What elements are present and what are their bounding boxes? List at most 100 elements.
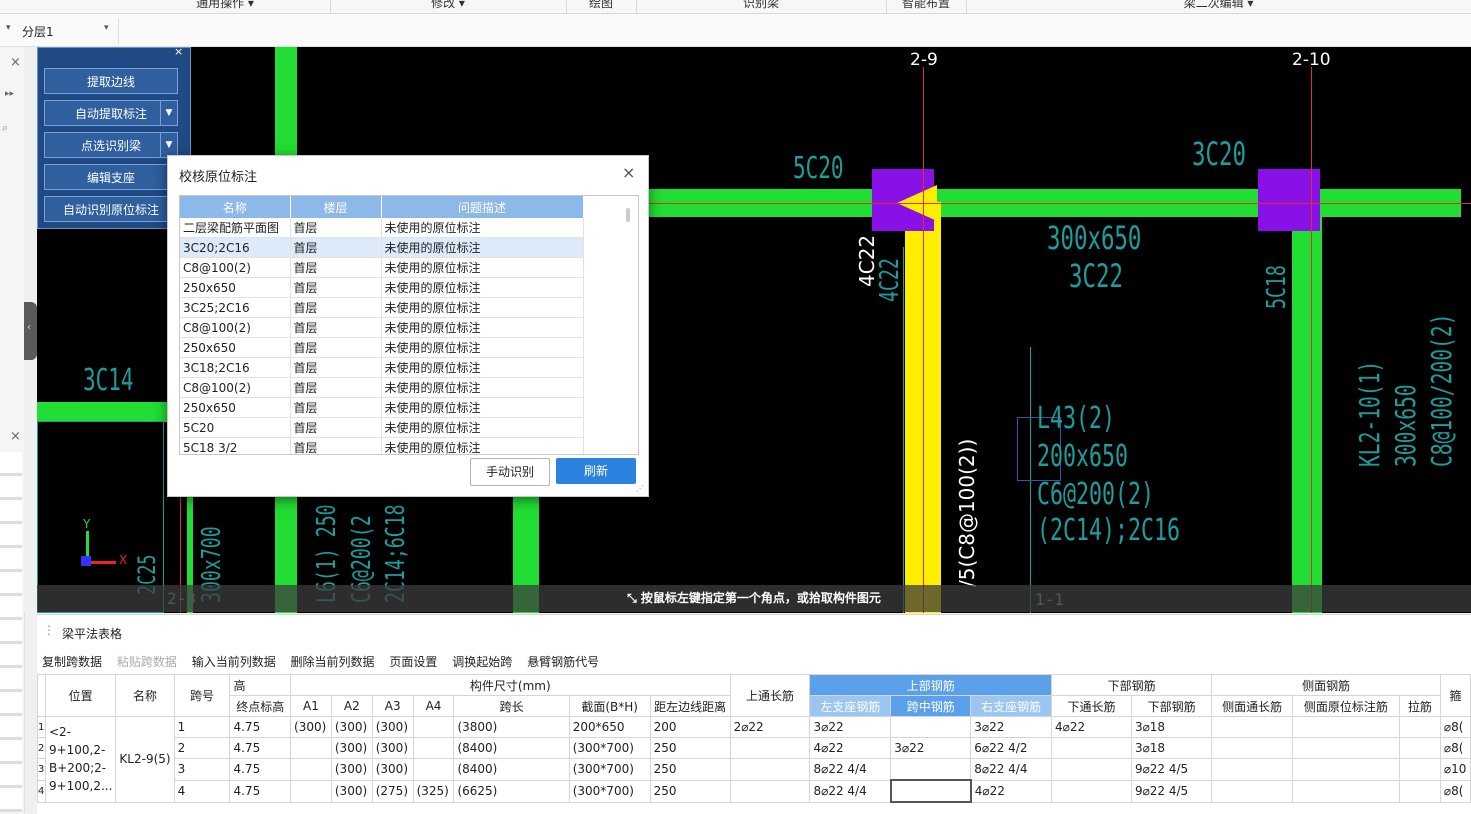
table-cell[interactable]: 8⌀22 4/4 (809, 758, 892, 781)
table-cell[interactable]: (300) (371, 758, 414, 781)
table-cell[interactable] (1398, 779, 1441, 803)
table-cell[interactable]: 2⌀22 (729, 716, 811, 738)
issue-row[interactable]: 250x650 首层 未使用的原位标注 (180, 337, 584, 358)
beam-vertical-right[interactable] (1292, 217, 1322, 613)
table-cell[interactable] (290, 779, 332, 803)
table-cell[interactable] (290, 758, 332, 781)
ribbon-group-modify[interactable]: 修改 ▾ (330, 0, 567, 13)
header-stirrup[interactable]: 箍 (1439, 674, 1471, 717)
table-cell[interactable] (890, 758, 972, 781)
table-cell[interactable] (1292, 716, 1400, 738)
issue-grid[interactable]: 名称 楼层 问题描述 二层梁配筋平面图 首层 未使用的原位标注 3C20;2C16 首层… (179, 195, 639, 455)
table-cell[interactable]: (300*700) (568, 758, 651, 781)
refresh-button[interactable]: 刷新 (556, 458, 636, 484)
drag-handle-icon[interactable]: ⋮ (43, 623, 55, 637)
table-cell[interactable]: ⌀8( (1439, 779, 1471, 803)
table-cell[interactable] (1051, 737, 1132, 759)
grid-scrollbar-thumb[interactable] (626, 208, 630, 222)
table-cell[interactable]: (8400) (453, 758, 570, 781)
table-cell[interactable]: 2 (173, 737, 231, 759)
table-cell[interactable]: 250 (649, 779, 731, 803)
table-cell[interactable]: 3 (173, 758, 231, 781)
sub-left-support[interactable]: 左支座钢筋 (809, 695, 892, 717)
table-cell[interactable]: (300) (290, 716, 332, 738)
header-position[interactable]: 位置 (44, 674, 117, 717)
cell-position[interactable]: <2-9+100,2-B+200;2-9+100,2... (44, 716, 117, 803)
close-icon-2[interactable]: × (10, 429, 21, 444)
table-cell[interactable]: 4⌀22 (970, 779, 1053, 803)
issue-row[interactable]: 250x650 首层 未使用的原位标注 (180, 397, 584, 418)
sub-section[interactable]: 截面(B*H) (568, 695, 651, 717)
header-top-bar[interactable]: 上部钢筋 (809, 674, 1053, 696)
table-cell[interactable]: (3800) (453, 716, 570, 738)
table-cell[interactable]: (300*700) (568, 737, 651, 759)
table-cell[interactable]: 9⌀22 4/5 (1130, 758, 1213, 781)
issue-row[interactable]: C8@100(2) 首层 未使用的原位标注 (180, 317, 584, 338)
close-icon[interactable]: × (10, 55, 21, 70)
ribbon-group-identify-beam[interactable]: 识别梁 (636, 0, 887, 13)
beam-grid[interactable]: 位置 名称 跨号 高 构件尺寸(mm) 上通长筋 上部钢筋 下部钢筋 侧面钢筋 … (37, 674, 1471, 814)
table-cell[interactable] (1292, 758, 1400, 781)
table-cell[interactable]: 200*650 (568, 716, 651, 738)
header-dims[interactable]: 构件尺寸(mm) (290, 674, 731, 696)
table-cell[interactable] (729, 779, 811, 803)
table-cell[interactable]: 4.75 (229, 716, 292, 738)
sub-left-dist[interactable]: 距左边线距离 (649, 695, 731, 717)
table-cell[interactable]: (300) (330, 716, 373, 738)
collapse-handle[interactable]: ‹ (24, 302, 37, 360)
table-cell[interactable] (890, 716, 972, 738)
issue-row[interactable]: C8@100(2) 首层 未使用的原位标注 (180, 257, 584, 278)
header-name[interactable]: 名称 (115, 674, 175, 717)
sub-mid-span[interactable]: 跨中钢筋 (890, 695, 972, 717)
search-icon[interactable]: ⌕ (2, 121, 8, 135)
auto-extract-label-button[interactable]: 自动提取标注 ▼ (44, 100, 178, 126)
table-cell[interactable] (1292, 737, 1400, 759)
sub-a1[interactable]: A1 (290, 695, 332, 717)
table-cell[interactable] (889, 779, 972, 803)
swap-start-span-button[interactable]: 调换起始跨 (452, 655, 512, 669)
issue-row[interactable]: 250x650 首层 未使用的原位标注 (180, 277, 584, 298)
sub-tie-bar[interactable]: 拉筋 (1398, 695, 1441, 717)
input-column-button[interactable]: 输入当前列数据 (192, 655, 276, 669)
edit-support-button[interactable]: 编辑支座 (44, 164, 178, 190)
page-setup-button[interactable]: 页面设置 (389, 655, 437, 669)
caret-down-icon-2[interactable]: ▼ (160, 133, 177, 157)
table-cell[interactable]: 4.75 (229, 758, 292, 781)
header-bottom-bar[interactable]: 下部钢筋 (1051, 674, 1213, 696)
header-side-bar[interactable]: 侧面钢筋 (1211, 674, 1441, 696)
table-cell[interactable] (1398, 716, 1441, 738)
header-span-no[interactable]: 跨号 (173, 674, 231, 717)
table-cell[interactable] (1398, 758, 1441, 781)
sub-a2[interactable]: A2 (330, 695, 373, 717)
table-cell[interactable]: (300) (371, 737, 414, 759)
sub-a4[interactable]: A4 (412, 695, 455, 717)
ribbon-group-smart-layout[interactable]: 智能布置 (886, 0, 967, 13)
table-cell[interactable] (1211, 779, 1294, 803)
sub-bottom-bar[interactable]: 下部钢筋 (1130, 695, 1213, 717)
issue-row[interactable]: 二层梁配筋平面图 首层 未使用的原位标注 (180, 218, 584, 238)
table-cell[interactable]: ⌀8( (1439, 716, 1471, 738)
sub-right-support[interactable]: 右支座钢筋 (970, 695, 1053, 717)
layer-select[interactable]: ▾ 分层1 ▾ (0, 18, 119, 44)
col-header-name[interactable]: 名称 (180, 196, 291, 218)
table-row[interactable]: 3 3 4.75 (300) (300) (8400) (300*700) 250 8⌀22 4… (37, 758, 1471, 781)
table-cell[interactable]: 250 (649, 737, 731, 759)
table-cell[interactable] (1211, 716, 1294, 738)
table-cell[interactable]: (275) (371, 779, 414, 803)
close-icon-panel[interactable]: × (174, 45, 183, 58)
table-cell[interactable]: 9⌀22 4/5 (1130, 779, 1213, 803)
resize-grip-icon[interactable]: ⋰ (636, 484, 644, 493)
table-cell[interactable]: 8⌀22 4/4 (809, 779, 892, 803)
issue-row[interactable]: C8@100(2) 首层 未使用的原位标注 (180, 377, 584, 398)
table-cell[interactable]: (300) (330, 758, 373, 781)
table-row[interactable]: 4 4 4.75 (300) (275) (325) (6625) (300*700) 250 8… (37, 779, 1471, 803)
table-cell[interactable]: 250 (649, 758, 731, 781)
col-header-issue[interactable]: 问题描述 (381, 196, 584, 218)
header-top-long[interactable]: 上通长筋 (729, 674, 811, 717)
table-cell[interactable]: (300) (330, 737, 373, 759)
table-cell[interactable] (1398, 737, 1441, 759)
table-cell[interactable]: 4.75 (229, 737, 292, 759)
table-cell[interactable]: 6⌀22 4/2 (970, 737, 1053, 759)
table-cell[interactable] (412, 758, 455, 781)
delete-column-button[interactable]: 删除当前列数据 (291, 655, 375, 669)
